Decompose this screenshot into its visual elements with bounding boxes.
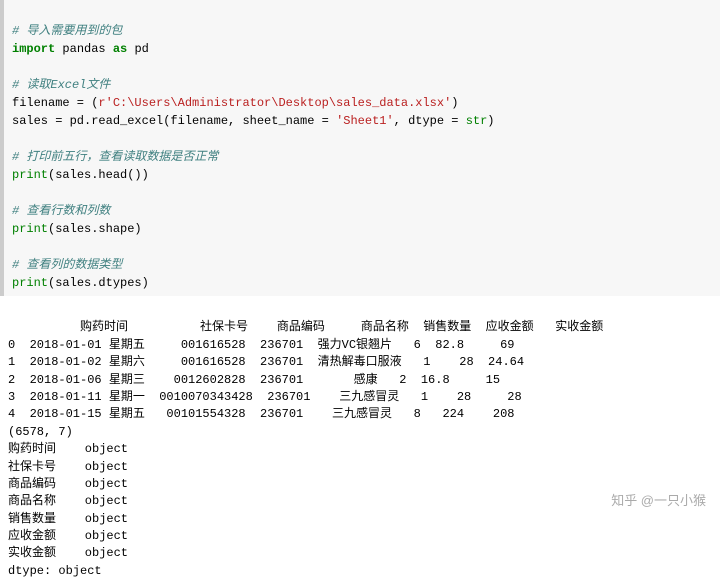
output-header: 购药时间 社保卡号 商品编码 商品名称 销售数量 应收金额 实收金额 (8, 320, 603, 334)
alias-pd: pd (134, 42, 148, 56)
output-dtype-footer: dtype: object (8, 564, 102, 578)
assign-filename: filename = ( (12, 96, 98, 110)
output-row-4: 4 2018-01-15 星期五 00101554328 236701 三九感冒… (8, 407, 514, 421)
output-dtype-1: 社保卡号 object (8, 460, 128, 474)
output-shape: (6578, 7) (8, 425, 73, 439)
str-filepath: r'C:\Users\Administrator\Desktop\sales_d… (98, 96, 451, 110)
output-row-2: 2 2018-01-06 星期三 0012602828 236701 感康 2 … (8, 373, 500, 387)
builtin-str: str (466, 114, 488, 128)
call-head: (sales.head()) (48, 168, 149, 182)
call-shape: (sales.shape) (48, 222, 142, 236)
output-row-3: 3 2018-01-11 星期一 0010070343428 236701 三九… (8, 390, 522, 404)
code-cell: # 导入需要用到的包 import pandas as pd # 读取Excel… (0, 0, 720, 296)
comment-shape: # 查看行数和列数 (12, 204, 110, 218)
comment-import: # 导入需要用到的包 (12, 24, 122, 38)
assign-sales-a: sales = pd.read_excel(filename, sheet_na… (12, 114, 336, 128)
kw-import: import (12, 42, 55, 56)
print-dtypes: print (12, 276, 48, 290)
output-row-1: 1 2018-01-02 星期六 001616528 236701 清热解毒口服… (8, 355, 524, 369)
mod-pandas: pandas (62, 42, 105, 56)
output-cell: 购药时间 社保卡号 商品编码 商品名称 销售数量 应收金额 实收金额 0 201… (0, 296, 720, 584)
print-head: print (12, 168, 48, 182)
output-dtype-5: 应收金额 object (8, 529, 128, 543)
paren-close: ) (451, 96, 458, 110)
output-dtype-4: 销售数量 object (8, 512, 128, 526)
output-row-0: 0 2018-01-01 星期五 001616528 236701 强力VC银翘… (8, 338, 514, 352)
kw-as: as (113, 42, 127, 56)
comment-head: # 打印前五行，查看读取数据是否正常 (12, 150, 218, 164)
comment-dtypes: # 查看列的数据类型 (12, 258, 122, 272)
print-shape: print (12, 222, 48, 236)
comment-read: # 读取Excel文件 (12, 78, 110, 92)
output-dtype-0: 购药时间 object (8, 442, 128, 456)
output-dtype-3: 商品名称 object (8, 494, 128, 508)
output-dtype-2: 商品编码 object (8, 477, 128, 491)
str-sheet: 'Sheet1' (336, 114, 394, 128)
assign-sales-c: , dtype = (394, 114, 466, 128)
call-dtypes: (sales.dtypes) (48, 276, 149, 290)
output-dtype-6: 实收金额 object (8, 546, 128, 560)
assign-sales-e: ) (487, 114, 494, 128)
